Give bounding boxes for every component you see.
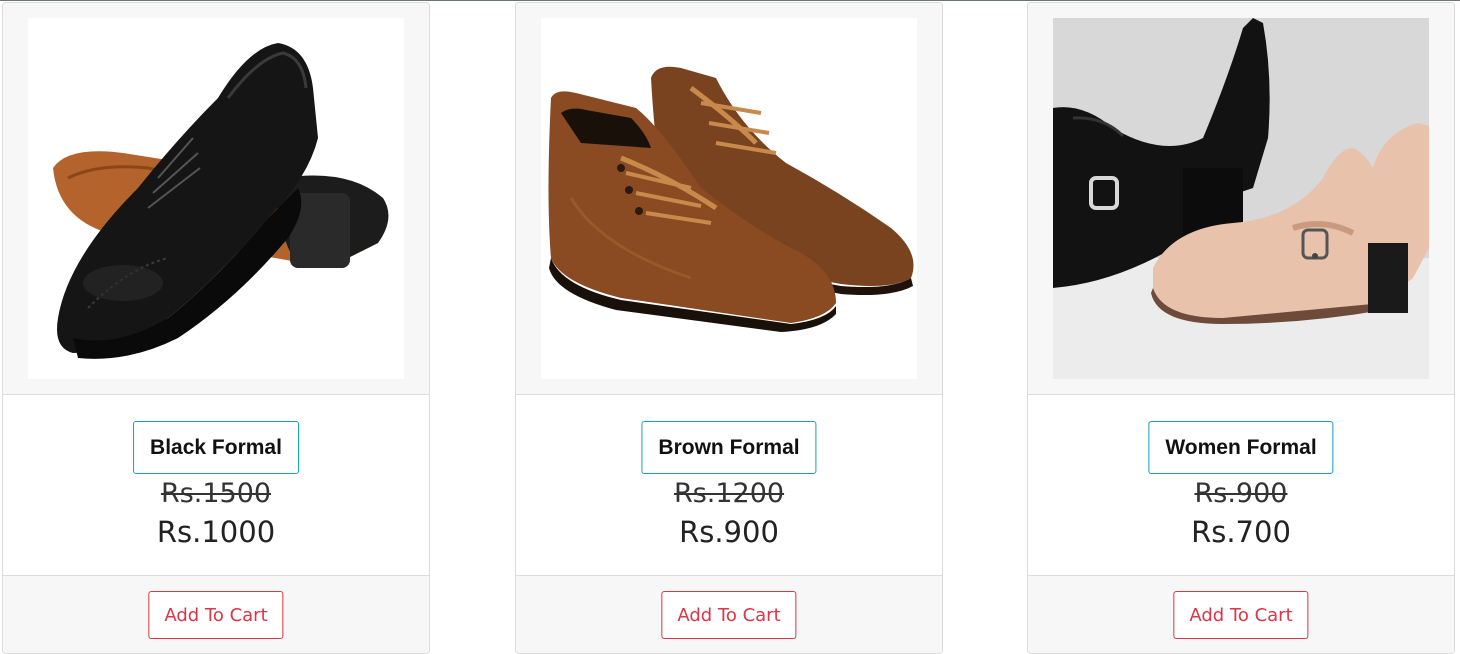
sale-price: Rs.700 [1191,515,1291,549]
product-info: Black Formal Rs.1500 Rs.1000 [3,396,429,575]
product-name-button[interactable]: Women Formal [1148,421,1334,474]
original-price: Rs.900 [1194,478,1288,509]
original-price: Rs.1500 [160,478,272,509]
product-image-area [516,3,942,395]
product-name-button[interactable]: Black Formal [133,421,299,474]
product-name-button[interactable]: Brown Formal [641,421,817,474]
product-image[interactable] [28,18,404,379]
brown-ankle-boots-image [541,18,917,379]
black-oxford-shoes-image [28,18,404,379]
original-price: Rs.1200 [673,478,785,509]
product-footer: Add To Cart [1028,575,1454,653]
product-image-area [1028,3,1454,395]
top-border-line [0,0,1460,1]
add-to-cart-button[interactable]: Add To Cart [148,591,284,639]
product-card: Black Formal Rs.1500 Rs.1000 Add To Cart [2,2,430,654]
product-image[interactable] [1053,18,1429,379]
product-footer: Add To Cart [3,575,429,653]
product-card: Brown Formal Rs.1200 Rs.900 Add To Cart [515,2,943,654]
product-image-area [3,3,429,395]
add-to-cart-button[interactable]: Add To Cart [661,591,797,639]
product-info: Brown Formal Rs.1200 Rs.900 [516,396,942,575]
product-footer: Add To Cart [516,575,942,653]
women-heeled-loafers-image [1053,18,1429,379]
product-image[interactable] [541,18,917,379]
sale-price: Rs.900 [679,515,779,549]
product-card: Women Formal Rs.900 Rs.700 Add To Cart [1027,2,1455,654]
add-to-cart-button[interactable]: Add To Cart [1173,591,1309,639]
product-info: Women Formal Rs.900 Rs.700 [1028,396,1454,575]
sale-price: Rs.1000 [156,515,276,549]
